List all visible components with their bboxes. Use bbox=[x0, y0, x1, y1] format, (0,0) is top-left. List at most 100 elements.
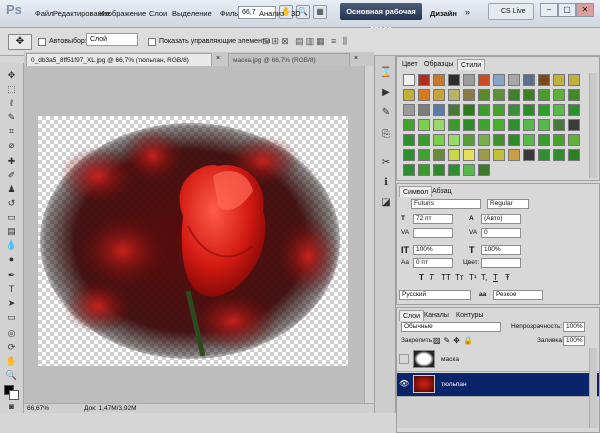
style-swatch[interactable] bbox=[538, 104, 550, 116]
style-swatch[interactable] bbox=[448, 149, 460, 161]
style-swatch[interactable] bbox=[403, 164, 415, 176]
style-swatch[interactable] bbox=[448, 164, 460, 176]
blend-mode-select[interactable]: Обычные bbox=[401, 322, 501, 332]
canvas-scrollbar[interactable] bbox=[364, 66, 374, 403]
shape-tool-icon[interactable]: ▭ bbox=[4, 311, 19, 323]
cs-live-button[interactable]: CS Live bbox=[488, 3, 534, 20]
style-swatch[interactable] bbox=[538, 74, 550, 86]
status-zoom[interactable]: 66,67% bbox=[27, 404, 49, 413]
info-panel-icon[interactable]: ℹ bbox=[379, 176, 393, 190]
style-swatch[interactable] bbox=[418, 164, 430, 176]
style-swatch[interactable] bbox=[448, 89, 460, 101]
style-swatch[interactable] bbox=[538, 89, 550, 101]
eye-icon[interactable]: 👁 bbox=[399, 379, 409, 389]
small-caps-button[interactable]: Tт bbox=[455, 273, 464, 282]
style-swatch[interactable] bbox=[478, 119, 490, 131]
style-swatch[interactable] bbox=[538, 149, 550, 161]
show-controls-checkbox[interactable] bbox=[148, 38, 156, 46]
style-swatch[interactable] bbox=[523, 149, 535, 161]
design-workspace-link[interactable]: Дизайн bbox=[430, 9, 457, 18]
faux-bold-button[interactable]: T bbox=[419, 273, 424, 282]
style-swatch[interactable] bbox=[418, 89, 430, 101]
style-swatch[interactable] bbox=[433, 134, 445, 146]
style-swatch[interactable] bbox=[463, 119, 475, 131]
tool-presets-icon[interactable]: ✂ bbox=[379, 156, 393, 170]
style-swatch[interactable] bbox=[433, 119, 445, 131]
style-swatch[interactable] bbox=[478, 104, 490, 116]
all-caps-button[interactable]: TT bbox=[441, 273, 451, 282]
style-swatch[interactable] bbox=[463, 74, 475, 86]
text-color-swatch[interactable] bbox=[481, 258, 521, 268]
style-swatch[interactable] bbox=[568, 134, 580, 146]
style-swatch[interactable] bbox=[553, 149, 565, 161]
fill-field[interactable]: 100% bbox=[563, 336, 585, 346]
tab-paragraph[interactable]: Абзац bbox=[429, 186, 455, 197]
styles-scrollbar[interactable] bbox=[589, 73, 597, 178]
style-swatch[interactable] bbox=[523, 104, 535, 116]
tab-tulip-document[interactable]: 0_db3a5_8ff51f97_XL.jpg @ 66,7% (тюльпан… bbox=[26, 53, 212, 66]
arrange-icon[interactable]: ▦ bbox=[313, 5, 327, 19]
history-panel-icon[interactable]: ⌛ bbox=[379, 66, 393, 80]
blur-tool-icon[interactable]: 💧 bbox=[4, 239, 19, 251]
workspace-button[interactable]: Основная рабочая среда bbox=[340, 3, 422, 33]
actions-panel-icon[interactable]: ▶ bbox=[379, 86, 393, 100]
strikethrough-button[interactable]: Ŧ bbox=[505, 273, 510, 282]
menu-file[interactable]: Файл bbox=[35, 9, 53, 18]
menu-analysis[interactable]: Анализ bbox=[259, 9, 284, 18]
brush-tool-icon[interactable]: ✐ bbox=[4, 169, 19, 181]
style-swatch[interactable] bbox=[463, 164, 475, 176]
menu-3d[interactable]: 3D bbox=[291, 9, 301, 18]
style-swatch[interactable] bbox=[508, 104, 520, 116]
eyedropper-tool-icon[interactable]: ⌀ bbox=[4, 139, 19, 151]
layer-row[interactable]: маска bbox=[397, 348, 599, 372]
style-swatch[interactable] bbox=[448, 134, 460, 146]
style-swatch[interactable] bbox=[568, 74, 580, 86]
menu-image[interactable]: Изображение bbox=[99, 9, 146, 18]
healing-tool-icon[interactable]: ✚ bbox=[4, 155, 19, 167]
style-swatch[interactable] bbox=[433, 149, 445, 161]
navigator-panel-icon[interactable]: ◪ bbox=[379, 196, 393, 210]
language-select[interactable]: Русский bbox=[399, 290, 471, 300]
underline-button[interactable]: T bbox=[493, 273, 498, 282]
style-swatch[interactable] bbox=[463, 134, 475, 146]
style-swatch[interactable] bbox=[538, 119, 550, 131]
style-swatch[interactable] bbox=[568, 89, 580, 101]
style-swatch[interactable] bbox=[418, 134, 430, 146]
style-swatch[interactable] bbox=[553, 119, 565, 131]
stamp-tool-icon[interactable]: ♟ bbox=[4, 183, 19, 195]
style-swatch[interactable] bbox=[403, 104, 415, 116]
horizontal-scale-field[interactable]: 100% bbox=[481, 245, 521, 255]
kerning-field[interactable] bbox=[413, 228, 453, 238]
style-swatch[interactable] bbox=[448, 119, 460, 131]
antialias-select[interactable]: Резкое bbox=[493, 290, 543, 300]
style-swatch[interactable] bbox=[403, 89, 415, 101]
close-button[interactable]: ✕ bbox=[576, 3, 594, 17]
3d-rotate-tool-icon[interactable]: ◎ bbox=[4, 327, 19, 339]
brush-panel-icon[interactable]: ✎ bbox=[379, 106, 393, 120]
style-swatch[interactable] bbox=[478, 164, 490, 176]
style-swatch[interactable] bbox=[553, 89, 565, 101]
zoom-tool-icon[interactable]: 🔍 bbox=[4, 369, 19, 381]
font-family-select[interactable]: Futuris bbox=[411, 199, 481, 209]
menu-select[interactable]: Выделение bbox=[172, 9, 212, 18]
more-workspaces-icon[interactable]: » bbox=[465, 7, 470, 17]
eraser-tool-icon[interactable]: ▭ bbox=[4, 211, 19, 223]
type-tool-icon[interactable]: T bbox=[4, 283, 19, 295]
crop-tool-icon[interactable]: ⌗ bbox=[4, 125, 19, 137]
style-swatch[interactable] bbox=[538, 134, 550, 146]
style-swatch[interactable] bbox=[463, 149, 475, 161]
menu-layers[interactable]: Слои bbox=[149, 9, 167, 18]
baseline-shift-field[interactable]: 0 пт bbox=[413, 258, 453, 268]
style-swatch[interactable] bbox=[433, 89, 445, 101]
autoselect-checkbox[interactable] bbox=[38, 38, 46, 46]
style-swatch[interactable] bbox=[523, 134, 535, 146]
minimize-button[interactable]: – bbox=[540, 3, 558, 17]
style-swatch[interactable] bbox=[418, 119, 430, 131]
style-swatch[interactable] bbox=[418, 104, 430, 116]
clone-source-panel-icon[interactable]: ⎘ bbox=[379, 128, 393, 142]
3d-camera-tool-icon[interactable]: ⟳ bbox=[4, 341, 19, 353]
layer-name[interactable]: тюльпан bbox=[441, 381, 467, 388]
align-icons[interactable]: ⊟⊞⊠ ▤▥▦ ≡ ⫼ bbox=[262, 36, 349, 47]
background-color-swatch[interactable] bbox=[9, 390, 19, 400]
style-swatch[interactable] bbox=[433, 164, 445, 176]
